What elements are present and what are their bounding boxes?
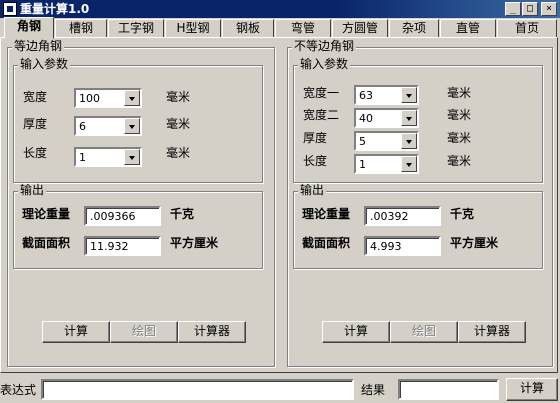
- area-label: 截面面积: [22, 236, 71, 250]
- chevron-down-icon[interactable]: [401, 156, 417, 172]
- thickness-unit: 毫米: [447, 131, 472, 145]
- chevron-down-icon[interactable]: [124, 149, 140, 165]
- maximize-button[interactable]: □: [522, 2, 538, 16]
- tab-misc[interactable]: 杂项: [389, 19, 439, 38]
- weight-field[interactable]: .00392: [364, 206, 441, 226]
- unequal-angle-input-group: 输入参数 宽度一 63 毫米 宽度二 40 毫米 厚度 5 毫米 长度 1 毫米: [293, 58, 543, 183]
- calc-button[interactable]: 计算: [42, 321, 110, 343]
- length-label: 长度: [23, 146, 48, 160]
- tab-bent-pipe[interactable]: 弯管: [275, 19, 331, 38]
- width-unit: 毫米: [166, 90, 191, 104]
- draw-button[interactable]: 绘图: [390, 321, 458, 343]
- thickness-unit: 毫米: [166, 117, 191, 131]
- equal-angle-output-title: 输出: [18, 183, 47, 197]
- unequal-angle-output-title: 输出: [298, 183, 327, 197]
- chevron-down-icon[interactable]: [124, 90, 140, 106]
- expression-label: 表达式: [0, 383, 37, 397]
- length-unit: 毫米: [447, 154, 472, 168]
- equal-angle-input-title: 输入参数: [18, 57, 71, 71]
- unequal-angle-group: 不等边角钢 输入参数 宽度一 63 毫米 宽度二 40 毫米 厚度 5 毫米 长…: [287, 40, 553, 367]
- width2-value: 40: [359, 112, 373, 125]
- draw-button[interactable]: 绘图: [110, 321, 178, 343]
- thickness-label: 厚度: [303, 131, 328, 145]
- equal-angle-group: 等边角钢 输入参数 宽度 100 毫米 厚度 6 毫米 长度 1 毫米 输出 理…: [7, 40, 275, 367]
- width-label: 宽度: [23, 90, 48, 104]
- tab-panel: 等边角钢 输入参数 宽度 100 毫米 厚度 6 毫米 长度 1 毫米 输出 理…: [0, 37, 558, 373]
- area-unit: 平方厘米: [450, 236, 499, 250]
- length-combo[interactable]: 1: [354, 154, 419, 174]
- area-label: 截面面积: [302, 236, 351, 250]
- equal-angle-input-group: 输入参数 宽度 100 毫米 厚度 6 毫米 长度 1 毫米: [13, 58, 263, 183]
- width2-unit: 毫米: [447, 108, 472, 122]
- result-field[interactable]: [398, 379, 499, 400]
- weight-field[interactable]: .009366: [84, 206, 161, 226]
- weight-unit: 千克: [170, 207, 195, 221]
- width2-label: 宽度二: [303, 108, 340, 122]
- tab-channel-steel[interactable]: 槽钢: [55, 19, 107, 38]
- thickness-value: 6: [79, 120, 86, 133]
- length-unit: 毫米: [166, 146, 191, 160]
- width-combo[interactable]: 100: [74, 88, 142, 108]
- calculator-button[interactable]: 计算器: [458, 321, 526, 343]
- width-value: 100: [79, 92, 100, 105]
- app-icon[interactable]: [3, 2, 17, 16]
- tab-angle-steel[interactable]: 角钢: [4, 17, 54, 39]
- chevron-down-icon[interactable]: [401, 133, 417, 149]
- width2-combo[interactable]: 40: [354, 108, 419, 128]
- chevron-down-icon[interactable]: [124, 118, 140, 134]
- tab-straight-pipe[interactable]: 直管: [440, 19, 496, 38]
- calc-button[interactable]: 计算: [322, 321, 390, 343]
- thickness-label: 厚度: [23, 117, 48, 131]
- thickness-combo[interactable]: 6: [74, 116, 142, 136]
- thickness-combo[interactable]: 5: [354, 131, 419, 151]
- width1-unit: 毫米: [447, 86, 472, 100]
- equal-angle-output-group: 输出 理论重量 .009366 千克 截面面积 11.932 平方厘米: [13, 184, 263, 269]
- length-label: 长度: [303, 154, 328, 168]
- tab-square-round-pipe[interactable]: 方圆管: [332, 19, 388, 38]
- close-button[interactable]: ×: [541, 2, 557, 16]
- unequal-angle-output-group: 输出 理论重量 .00392 千克 截面面积 4.993 平方厘米: [293, 184, 543, 269]
- unequal-angle-group-title: 不等边角钢: [292, 39, 357, 53]
- expression-calc-button[interactable]: 计算: [506, 378, 558, 401]
- area-field[interactable]: 11.932: [84, 236, 161, 256]
- unequal-angle-input-title: 输入参数: [298, 57, 351, 71]
- area-field[interactable]: 4.993: [364, 236, 441, 256]
- window-title: 重量计算1.0: [20, 2, 90, 16]
- tab-home[interactable]: 首页: [497, 19, 557, 38]
- weight-unit: 千克: [450, 207, 475, 221]
- title-bar: 重量计算1.0 _ □ ×: [0, 0, 560, 18]
- chevron-down-icon[interactable]: [401, 87, 417, 103]
- tab-i-beam[interactable]: 工字钢: [108, 19, 164, 38]
- width1-combo[interactable]: 63: [354, 85, 419, 105]
- result-label: 结果: [361, 383, 386, 397]
- calculator-button[interactable]: 计算器: [178, 321, 246, 343]
- weight-label: 理论重量: [302, 207, 351, 221]
- weight-label: 理论重量: [22, 207, 71, 221]
- length-value: 1: [79, 151, 86, 164]
- length-value: 1: [359, 158, 366, 171]
- width1-label: 宽度一: [303, 86, 340, 100]
- tab-steel-plate[interactable]: 钢板: [222, 19, 274, 38]
- expression-field[interactable]: [41, 379, 354, 400]
- tab-h-beam[interactable]: H型钢: [165, 19, 221, 38]
- thickness-value: 5: [359, 135, 366, 148]
- area-unit: 平方厘米: [170, 236, 219, 250]
- equal-angle-group-title: 等边角钢: [12, 39, 65, 53]
- length-combo[interactable]: 1: [74, 147, 142, 167]
- chevron-down-icon[interactable]: [401, 110, 417, 126]
- minimize-button[interactable]: _: [505, 2, 521, 16]
- width1-value: 63: [359, 89, 373, 102]
